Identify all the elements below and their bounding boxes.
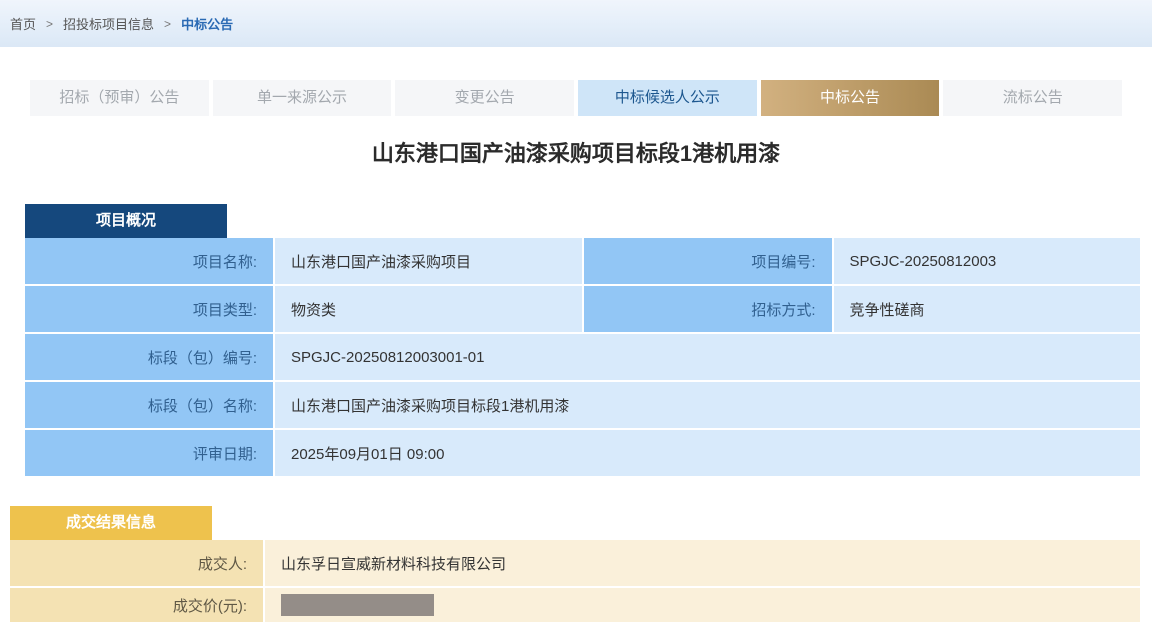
tab-winning-candidates[interactable]: 中标候选人公示	[578, 80, 757, 116]
table-row: 成交价(元):	[10, 588, 1140, 622]
top-banner: 首页 > 招投标项目信息 > 中标公告	[0, 0, 1152, 47]
field-label-project-type: 项目类型:	[25, 286, 273, 332]
field-label-section-number: 标段（包）编号:	[25, 334, 273, 380]
field-label-review-date: 评审日期:	[25, 430, 273, 476]
field-value-section-name: 山东港口国产油漆采购项目标段1港机用漆	[275, 382, 1140, 428]
breadcrumb-bidding-info[interactable]: 招投标项目信息	[63, 14, 154, 33]
redacted-price-value	[281, 594, 434, 616]
field-value-review-date: 2025年09月01日 09:00	[275, 430, 1140, 476]
breadcrumb-home[interactable]: 首页	[10, 14, 36, 33]
field-value-section-number: SPGJC-20250812003001-01	[275, 334, 1140, 380]
tab-prequalification-notice[interactable]: 招标（预审）公告	[30, 80, 209, 116]
field-label-winning-price: 成交价(元):	[10, 588, 263, 622]
tab-failed-bid-notice[interactable]: 流标公告	[943, 80, 1122, 116]
field-value-bidding-method: 竞争性磋商	[834, 286, 1141, 332]
field-label-project-number: 项目编号:	[584, 238, 832, 284]
table-row: 项目类型: 物资类 招标方式: 竞争性磋商	[25, 286, 1140, 332]
section-header-result-info: 成交结果信息	[10, 506, 212, 540]
table-row: 项目名称: 山东港口国产油漆采购项目 项目编号: SPGJC-202508120…	[25, 238, 1140, 284]
page-title: 山东港口国产油漆采购项目标段1港机用漆	[0, 136, 1152, 168]
result-info-table: 成交人: 山东孚日宣威新材料科技有限公司 成交价(元):	[10, 540, 1140, 622]
field-label-winner: 成交人:	[10, 540, 263, 586]
tab-award-notice[interactable]: 中标公告	[761, 80, 940, 116]
breadcrumb-separator: >	[164, 17, 171, 31]
breadcrumb-separator: >	[46, 17, 53, 31]
table-row: 评审日期: 2025年09月01日 09:00	[25, 430, 1140, 476]
breadcrumb-award-notice[interactable]: 中标公告	[181, 14, 233, 33]
project-overview-table: 项目名称: 山东港口国产油漆采购项目 项目编号: SPGJC-202508120…	[25, 238, 1140, 476]
table-row: 标段（包）编号: SPGJC-20250812003001-01	[25, 334, 1140, 380]
section-header-project-overview: 项目概况	[25, 204, 227, 238]
field-label-project-name: 项目名称:	[25, 238, 273, 284]
field-label-section-name: 标段（包）名称:	[25, 382, 273, 428]
field-label-bidding-method: 招标方式:	[584, 286, 832, 332]
category-tab-bar: 招标（预审）公告 单一来源公示 变更公告 中标候选人公示 中标公告 流标公告	[30, 80, 1122, 116]
tab-change-notice[interactable]: 变更公告	[395, 80, 574, 116]
breadcrumb: 首页 > 招投标项目信息 > 中标公告	[10, 14, 233, 33]
table-row: 成交人: 山东孚日宣威新材料科技有限公司	[10, 540, 1140, 586]
field-value-winning-price	[265, 588, 1140, 622]
field-value-winner: 山东孚日宣威新材料科技有限公司	[265, 540, 1140, 586]
field-value-project-number: SPGJC-20250812003	[834, 238, 1141, 284]
tab-single-source[interactable]: 单一来源公示	[213, 80, 392, 116]
field-value-project-type: 物资类	[275, 286, 582, 332]
field-value-project-name: 山东港口国产油漆采购项目	[275, 238, 582, 284]
table-row: 标段（包）名称: 山东港口国产油漆采购项目标段1港机用漆	[25, 382, 1140, 428]
